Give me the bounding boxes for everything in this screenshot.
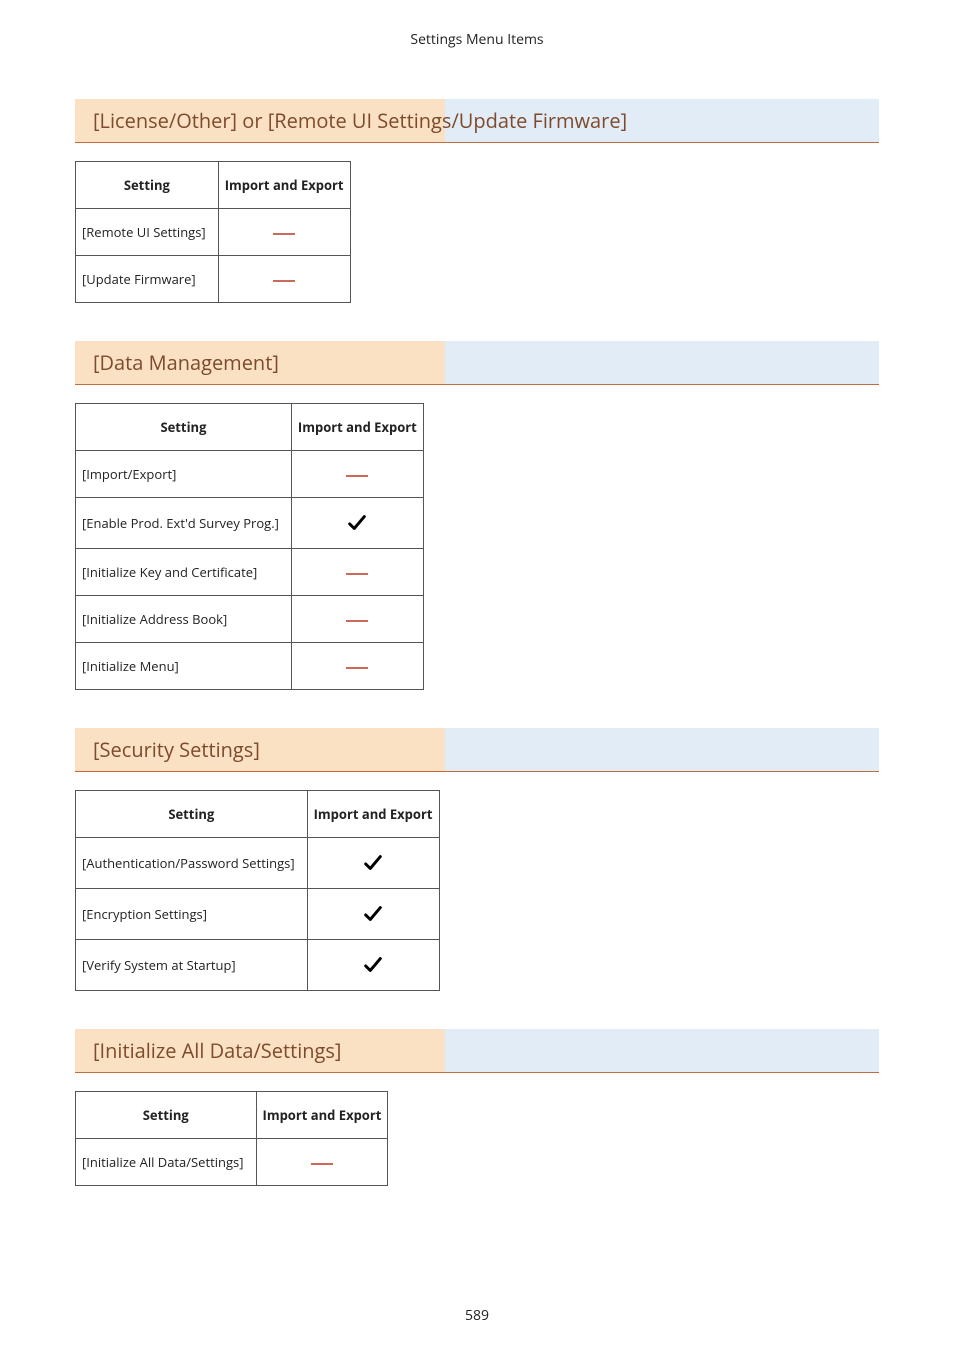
- settings-table: SettingImport and Export[Remote UI Setti…: [75, 161, 351, 303]
- table-row: [Initialize Address Book]: [76, 596, 424, 643]
- table-row: [Verify System at Startup]: [76, 940, 440, 991]
- dash-icon: [346, 573, 368, 575]
- settings-table: SettingImport and Export[Initialize All …: [75, 1091, 388, 1186]
- import-export-cell: [218, 209, 350, 256]
- table-row: [Initialize All Data/Settings]: [76, 1139, 388, 1186]
- dash-icon: [273, 280, 295, 282]
- import-export-cell: [256, 1139, 388, 1186]
- table-row: [Initialize Key and Certificate]: [76, 549, 424, 596]
- col-header-import-export: Import and Export: [291, 404, 423, 451]
- import-export-cell: [291, 549, 423, 596]
- col-header-setting: Setting: [76, 791, 308, 838]
- col-header-import-export: Import and Export: [256, 1092, 388, 1139]
- section-heading: [Initialize All Data/Settings]: [75, 1029, 879, 1073]
- section-heading: [Data Management]: [75, 341, 879, 385]
- check-icon: [362, 954, 384, 976]
- section-heading: [License/Other] or [Remote UI Settings/U…: [75, 99, 879, 143]
- settings-table: SettingImport and Export[Authentication/…: [75, 790, 440, 991]
- setting-label: [Verify System at Startup]: [76, 940, 308, 991]
- setting-label: [Remote UI Settings]: [76, 209, 219, 256]
- dash-icon: [311, 1163, 333, 1165]
- col-header-import-export: Import and Export: [218, 162, 350, 209]
- table-row: [Update Firmware]: [76, 256, 351, 303]
- dash-icon: [273, 233, 295, 235]
- setting-label: [Initialize All Data/Settings]: [76, 1139, 257, 1186]
- page-number: 589: [75, 1306, 879, 1325]
- setting-label: [Initialize Address Book]: [76, 596, 292, 643]
- section-heading: [Security Settings]: [75, 728, 879, 772]
- settings-section: [Data Management] SettingImport and Expor…: [75, 341, 879, 690]
- col-header-setting: Setting: [76, 1092, 257, 1139]
- import-export-cell: [291, 643, 423, 690]
- dash-icon: [346, 620, 368, 622]
- table-row: [Initialize Menu]: [76, 643, 424, 690]
- check-icon: [362, 852, 384, 874]
- setting-label: [Enable Prod. Ext'd Survey Prog.]: [76, 498, 292, 549]
- settings-table: SettingImport and Export[Import/Export][…: [75, 403, 424, 690]
- import-export-cell: [218, 256, 350, 303]
- table-row: [Import/Export]: [76, 451, 424, 498]
- settings-section: [License/Other] or [Remote UI Settings/U…: [75, 99, 879, 303]
- import-export-cell: [291, 451, 423, 498]
- setting-label: [Update Firmware]: [76, 256, 219, 303]
- table-row: [Encryption Settings]: [76, 889, 440, 940]
- setting-label: [Authentication/Password Settings]: [76, 838, 308, 889]
- setting-label: [Import/Export]: [76, 451, 292, 498]
- import-export-cell: [307, 838, 439, 889]
- dash-icon: [346, 667, 368, 669]
- setting-label: [Initialize Key and Certificate]: [76, 549, 292, 596]
- import-export-cell: [291, 498, 423, 549]
- import-export-cell: [307, 940, 439, 991]
- table-row: [Enable Prod. Ext'd Survey Prog.]: [76, 498, 424, 549]
- col-header-setting: Setting: [76, 404, 292, 451]
- settings-section: [Initialize All Data/Settings]SettingImp…: [75, 1029, 879, 1186]
- settings-section: [Security Settings] SettingImport and Exp…: [75, 728, 879, 991]
- table-row: [Authentication/Password Settings]: [76, 838, 440, 889]
- setting-label: [Encryption Settings]: [76, 889, 308, 940]
- setting-label: [Initialize Menu]: [76, 643, 292, 690]
- import-export-cell: [307, 889, 439, 940]
- col-header-import-export: Import and Export: [307, 791, 439, 838]
- col-header-setting: Setting: [76, 162, 219, 209]
- check-icon: [346, 512, 368, 534]
- table-row: [Remote UI Settings]: [76, 209, 351, 256]
- page-header: Settings Menu Items: [75, 30, 879, 49]
- check-icon: [362, 903, 384, 925]
- dash-icon: [346, 475, 368, 477]
- import-export-cell: [291, 596, 423, 643]
